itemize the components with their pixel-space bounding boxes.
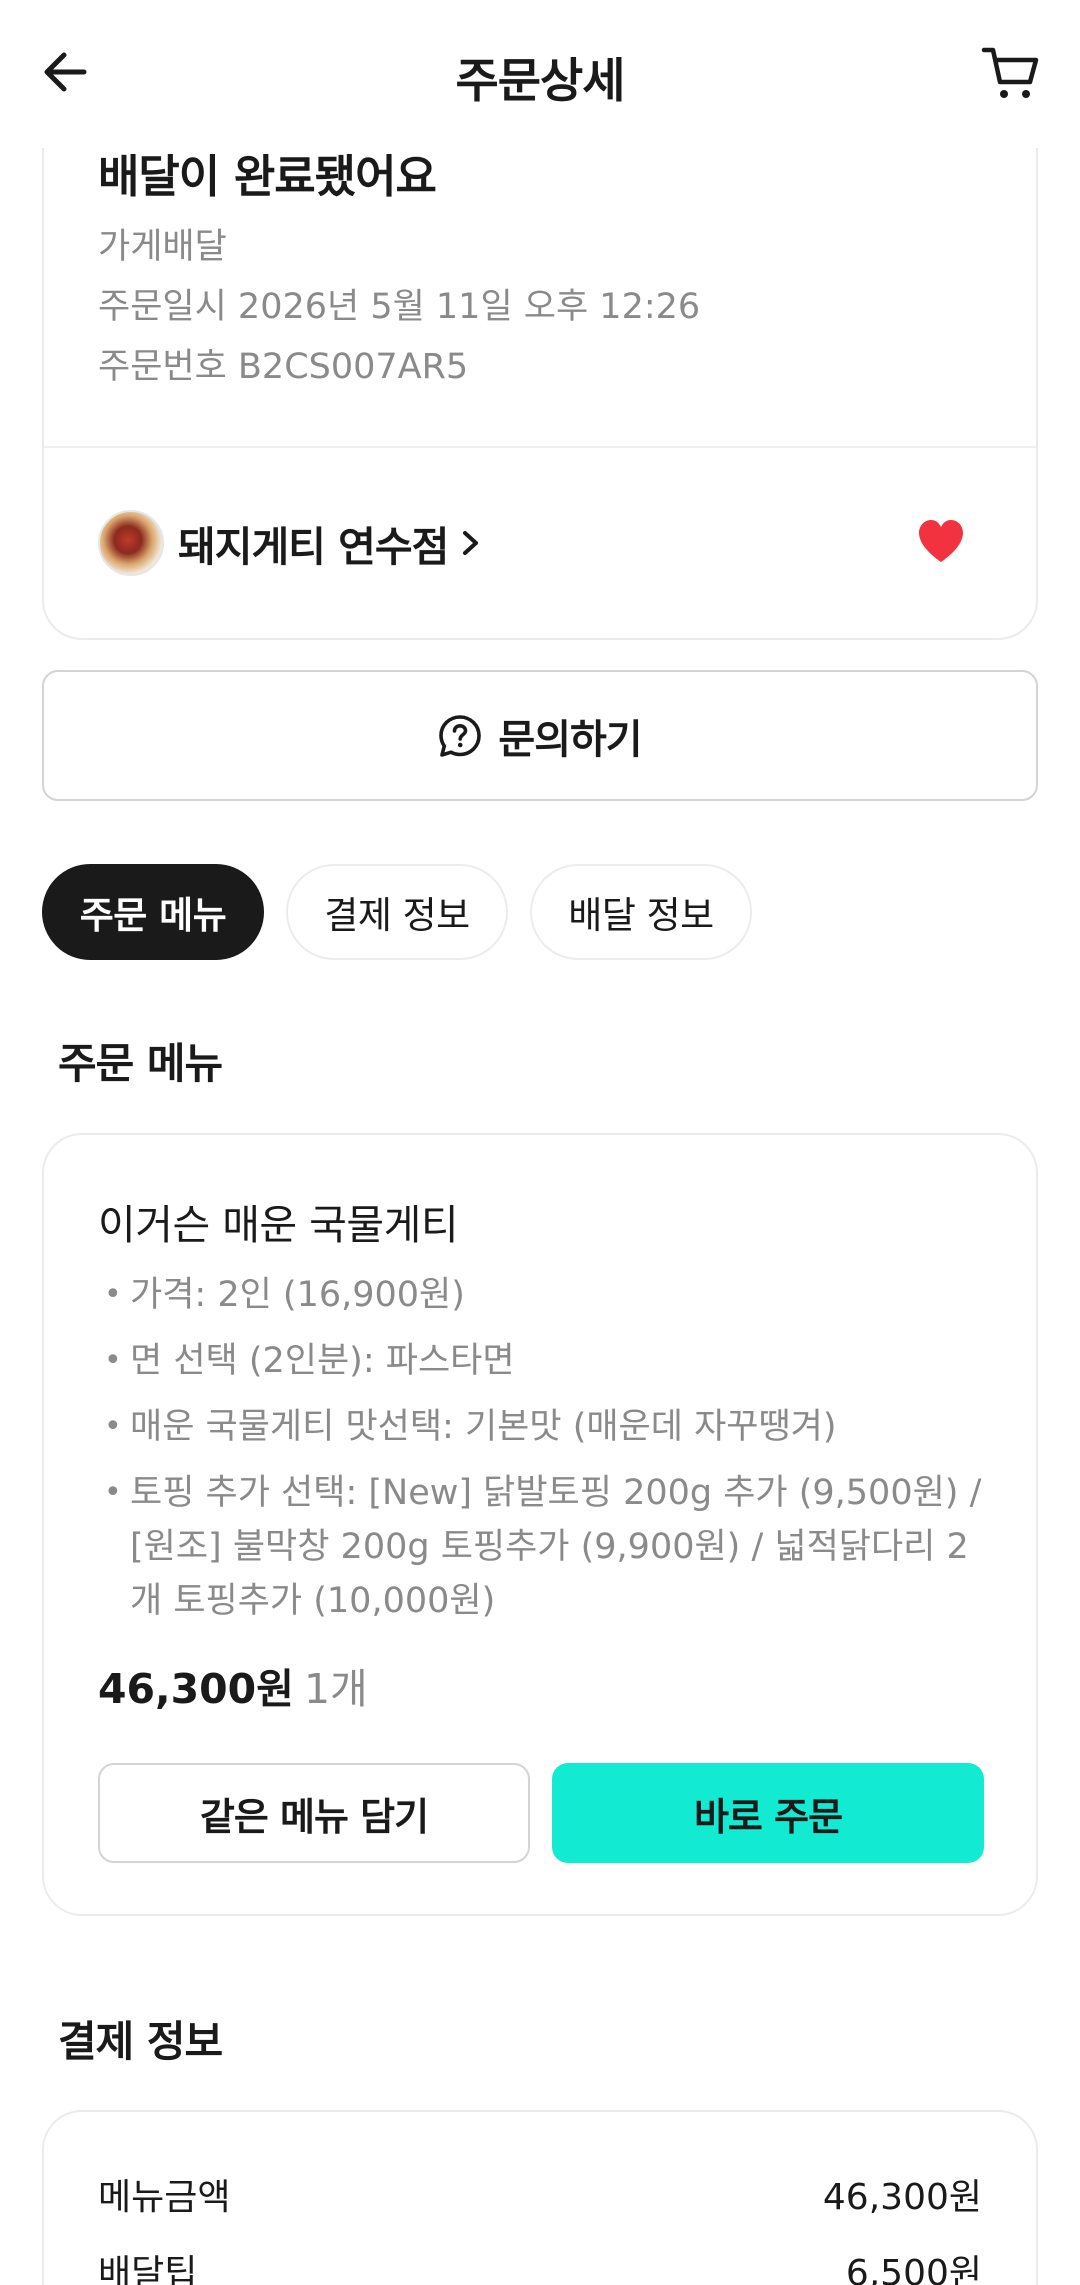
order-number: 주문번호 B2CS007AR5 (98, 347, 469, 387)
payment-row-value: 46,300원 (822, 2177, 982, 2218)
tab-delivery-info[interactable]: 배달 정보 (530, 864, 752, 960)
page-title: 주문상세 (455, 54, 626, 109)
menu-option: 가격: 2인 (16,900원) (104, 1268, 984, 1322)
menu-quantity: 1개 (303, 1665, 368, 1713)
question-chat-icon (439, 714, 482, 757)
top-app-bar: 주문상세 (0, 0, 1080, 148)
inquiry-button[interactable]: 문의하기 (42, 670, 1038, 801)
store-thumbnail (98, 510, 164, 576)
payment-info-heading: 결제 정보 (58, 2017, 223, 2066)
payment-row-delivery-tip: 배달팁 6,500원 (98, 2244, 982, 2285)
delivery-status-title: 배달이 완료됐어요 (98, 150, 437, 203)
delivery-type: 가게배달 (98, 227, 227, 267)
menu-price-row: 46,300원 1개 (98, 1655, 368, 1715)
payment-info-card: 메뉴금액 46,300원 배달팁 6,500원 (42, 2110, 1038, 2285)
tab-payment-info[interactable]: 결제 정보 (286, 864, 508, 960)
menu-option: 면 선택 (2인분): 파스타면 (104, 1334, 984, 1388)
cart-icon[interactable] (980, 42, 1042, 104)
payment-row-label: 배달팁 (98, 2253, 198, 2285)
inquiry-label: 문의하기 (498, 716, 642, 763)
payment-row-label: 메뉴금액 (98, 2177, 231, 2218)
menu-option: 토핑 추가 선택: [New] 닭발토핑 200g 추가 (9,500원) / … (104, 1466, 984, 1628)
store-link[interactable]: 돼지게티 연수점 (98, 508, 486, 578)
heart-icon[interactable] (916, 518, 966, 564)
order-status-card: 배달이 완료됐어요 가게배달 주문일시 2026년 5월 11일 오후 12:2… (42, 90, 1038, 640)
payment-row-menu-amount: 메뉴금액 46,300원 (98, 2168, 982, 2220)
menu-price: 46,300원 (98, 1665, 294, 1713)
section-tabs: 주문 메뉴 결제 정보 배달 정보 (42, 864, 774, 960)
menu-item-name: 이거슨 매운 국물게티 (98, 1201, 459, 1249)
add-same-menu-button[interactable]: 같은 메뉴 담기 (98, 1763, 530, 1863)
tab-order-menu[interactable]: 주문 메뉴 (42, 864, 264, 960)
menu-option: 매운 국물게티 맛선택: 기본맛 (매운데 자꾸땡겨) (104, 1400, 984, 1454)
store-name: 돼지게티 연수점 (178, 523, 449, 571)
chevron-right-icon (463, 531, 479, 555)
order-now-button[interactable]: 바로 주문 (552, 1763, 984, 1863)
order-datetime: 주문일시 2026년 5월 11일 오후 12:26 (98, 287, 701, 327)
payment-row-value: 6,500원 (845, 2253, 982, 2285)
divider (44, 446, 1036, 448)
order-menu-heading: 주문 메뉴 (58, 1039, 223, 1088)
menu-item-card: 이거슨 매운 국물게티 가격: 2인 (16,900원) 면 선택 (2인분):… (42, 1133, 1038, 1916)
